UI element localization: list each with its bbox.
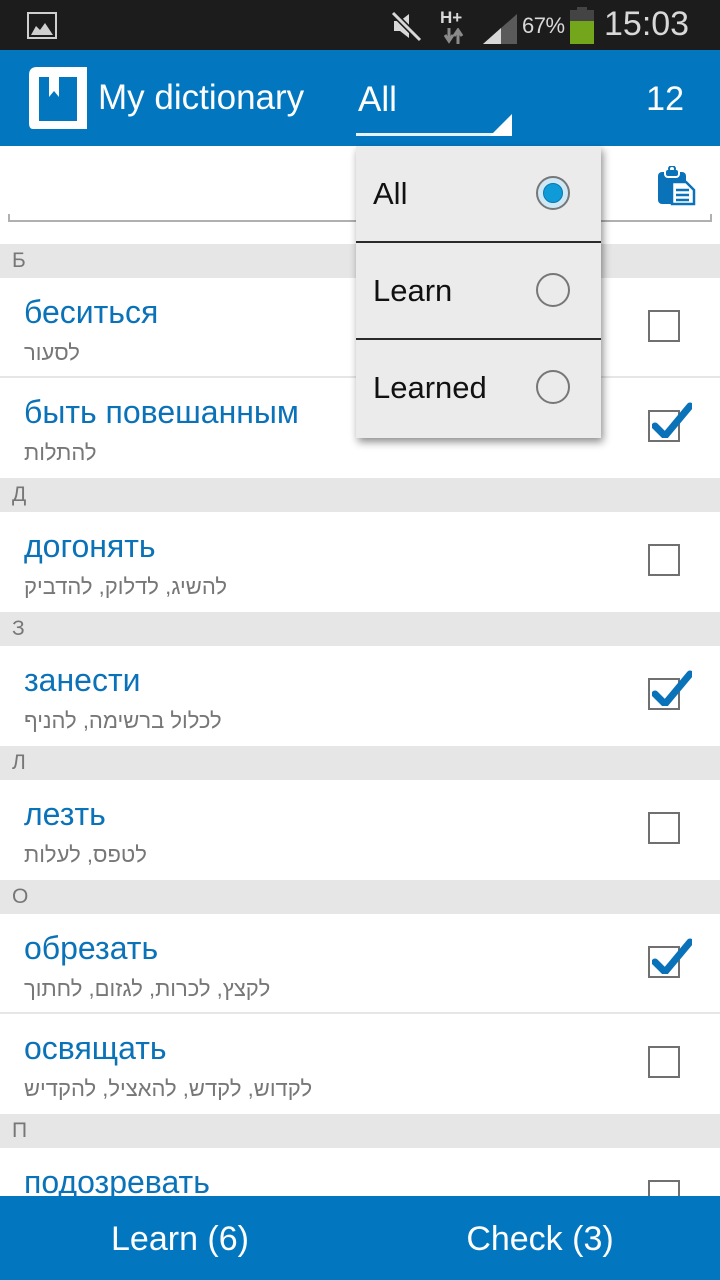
section-header: О [0,880,720,914]
option-label: Learn [373,273,453,308]
word-text: лезть [24,796,106,832]
spinner-underline [356,133,512,136]
learned-checkbox[interactable] [648,544,680,576]
checkmark-icon [652,670,692,706]
screen: H+ 67% 15:03 My dictionary All 12 Б беси… [0,0,720,1280]
word-text: быть повешанным [24,394,299,430]
signal-icon [483,14,519,49]
learned-checkbox[interactable] [648,812,680,844]
filter-option-learn[interactable]: Learn [356,243,601,340]
word-text: обрезать [24,930,159,966]
battery-percent: 67% [522,13,565,38]
radio-dot [543,183,563,203]
option-label: All [373,176,408,211]
mute-icon [390,10,424,47]
network-type-label: H+ [440,8,463,27]
learned-checkbox[interactable] [648,402,692,442]
learned-checkbox[interactable] [648,310,680,342]
filter-option-all[interactable]: All [356,146,601,243]
option-label: Learned [373,370,487,405]
section-header: Д [0,478,720,512]
filter-spinner-value: All [358,80,397,119]
word-text: занести [24,662,141,698]
learn-button[interactable]: Learn (6) [0,1196,360,1280]
battery-level-fill [570,21,594,44]
word-text: беситься [24,294,159,330]
checkmark-icon [652,402,692,438]
word-text: догонять [24,528,156,564]
word-row[interactable]: догонять להשיג, לדלוק, להדביק [0,512,720,612]
clipboard-icon [658,165,696,206]
paste-button[interactable] [656,165,702,212]
translation-text: לקצץ, לכרות, לגזום, לחתוך [24,976,271,1001]
gallery-icon [27,12,57,39]
spinner-corner-icon [490,114,512,136]
status-bar: H+ 67% 15:03 [0,0,720,50]
word-row[interactable]: обрезать לקצץ, לכרות, לגזום, לחתוך [0,914,720,1014]
radio-button[interactable] [536,370,570,404]
translation-text: להתלות [24,440,97,465]
network-hplus-icon: H+ [438,8,468,44]
book-bookmark-icon [25,65,89,136]
translation-text: להשיג, לדלוק, להדביק [24,574,227,599]
translation-text: לקדוש, לקדש, להאציל, להקדיש [24,1076,313,1101]
word-text: освящать [24,1030,167,1066]
checkmark-icon [652,938,692,974]
radio-button[interactable] [536,273,570,307]
learned-checkbox[interactable] [648,938,692,978]
filter-option-learned[interactable]: Learned [356,340,601,437]
app-title: My dictionary [98,78,305,117]
section-header: П [0,1114,720,1148]
section-header: Л [0,746,720,780]
check-button[interactable]: Check (3) [360,1196,720,1280]
filter-dropdown: All Learn Learned [356,146,601,438]
translation-text: לכלול ברשימה, להניף [24,708,222,733]
battery-icon [570,7,594,44]
word-row[interactable]: лезть לטפס, לעלות [0,780,720,880]
word-row[interactable]: освящать לקדוש, לקדש, להאציל, להקדיש [0,1014,720,1114]
learned-checkbox[interactable] [648,1046,680,1078]
word-row[interactable]: занести לכלול ברשימה, להניף [0,646,720,746]
translation-text: לטפס, לעלות [24,842,147,867]
clock: 15:03 [604,5,690,43]
filter-spinner[interactable]: All [356,70,512,138]
app-bar: My dictionary All 12 [0,50,720,146]
learned-checkbox[interactable] [648,670,692,710]
bottom-bar: Learn (6) Check (3) [0,1196,720,1280]
translation-text: לסעור [24,340,80,365]
radio-button[interactable] [536,176,570,210]
section-header: З [0,612,720,646]
word-count: 12 [646,80,684,118]
